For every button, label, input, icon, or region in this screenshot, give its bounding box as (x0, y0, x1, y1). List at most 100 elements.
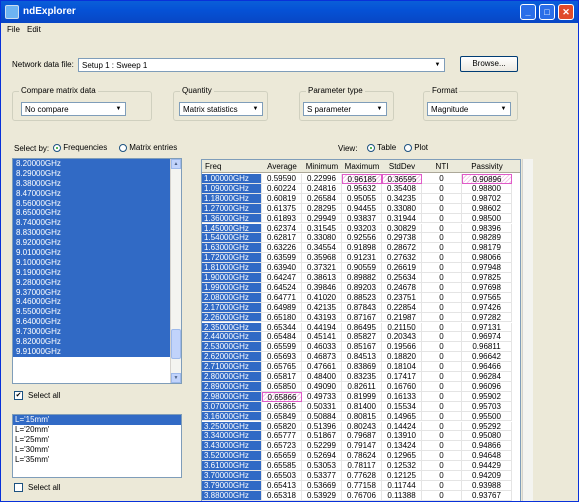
table-row[interactable]: 3.25000GHz 0.65820 0.51396 0.80243 0.14424 0 0… (202, 421, 520, 432)
column-header[interactable]: Minimum (302, 162, 342, 171)
table-row[interactable]: 1.00000GHz 0.59590 0.22996 0.96185 0.36595 0 0… (202, 174, 520, 184)
table-row[interactable]: 2.89000GHz 0.65850 0.49090 0.82611 0.16760 0 0… (202, 381, 520, 392)
table-row[interactable]: 2.44000GHz 0.65484 0.45141 0.85827 0.20343 0 0… (202, 332, 520, 343)
frequency-list[interactable]: 8.20000GHz 8.29000GHz 8.38000GHz 8.47000GHz… (12, 158, 182, 384)
frequency-list-item[interactable]: 9.46000GHz (13, 297, 181, 308)
length-list-item[interactable]: L='30mm' (13, 445, 181, 455)
table-row[interactable]: 2.53000GHz 0.65599 0.46033 0.85167 0.19566 0 0… (202, 342, 520, 353)
frequency-list-item[interactable]: 9.10000GHz (13, 257, 181, 268)
param-label: Parameter type (306, 86, 365, 95)
table-cell: 0.96284 (462, 372, 512, 382)
table-cell: 2.26000GHz (202, 312, 262, 323)
frequency-list-item[interactable]: 9.91000GHz (13, 346, 181, 357)
scroll-down-icon[interactable]: ▼ (171, 373, 181, 383)
frequency-list-item[interactable]: 8.38000GHz (13, 178, 181, 189)
column-header[interactable]: Passivity (462, 162, 512, 171)
table-cell: 0.96811 (462, 342, 512, 353)
table-row[interactable]: 1.36000GHz 0.61893 0.29949 0.93837 0.31944 0 0… (202, 213, 520, 224)
table-row[interactable]: 2.71000GHz 0.65765 0.47661 0.83869 0.18104 0 0… (202, 362, 520, 372)
frequency-list-item[interactable]: 8.83000GHz (13, 228, 181, 239)
table-row[interactable]: 1.90000GHz 0.64247 0.38613 0.89882 0.25634 0 0… (202, 273, 520, 283)
frequency-list-item[interactable]: 8.65000GHz (13, 208, 181, 219)
table-row[interactable]: 2.08000GHz 0.64771 0.41020 0.88523 0.23751 0 0… (202, 292, 520, 303)
radio-table[interactable]: Table (367, 143, 396, 152)
frequency-list-item[interactable]: 8.29000GHz (13, 168, 181, 179)
table-row[interactable]: 1.99000GHz 0.64524 0.39846 0.89203 0.24678 0 0… (202, 282, 520, 293)
table-row[interactable]: 1.54000GHz 0.62817 0.33080 0.92556 0.29738 0 0… (202, 233, 520, 244)
frequency-list-item[interactable]: 9.73000GHz (13, 327, 181, 338)
network-file-select[interactable]: Setup 1 : Sweep 1 ▼ (78, 58, 445, 72)
length-list-item[interactable]: L='25mm' (13, 435, 181, 445)
table-row[interactable]: 2.62000GHz 0.65693 0.46873 0.84513 0.18820 0 0… (202, 352, 520, 363)
frequency-list-item[interactable]: 8.92000GHz (13, 238, 181, 249)
frequency-list-item[interactable]: 9.01000GHz (13, 248, 181, 258)
table-cell: 0.61893 (262, 213, 302, 224)
frequency-list-item[interactable]: 9.19000GHz (13, 267, 181, 278)
table-row[interactable]: 3.34000GHz 0.65777 0.51867 0.79687 0.13910 0 0… (202, 431, 520, 442)
table-row[interactable]: 2.17000GHz 0.64989 0.42135 0.87843 0.22854 0 0… (202, 302, 520, 313)
table-row[interactable]: 3.79000GHz 0.65413 0.53669 0.77158 0.11744 0 0… (202, 480, 520, 491)
select-all-checkbox[interactable]: ✔ (14, 391, 23, 400)
radio-plot[interactable]: Plot (404, 143, 428, 152)
radio-frequencies[interactable]: Frequencies (53, 143, 107, 152)
maximize-button[interactable]: □ (539, 4, 555, 20)
table-row[interactable]: 2.98000GHz 0.65866 0.49733 0.81999 0.16133 0 0… (202, 391, 520, 402)
menu-edit[interactable]: Edit (27, 25, 41, 34)
column-header[interactable]: StdDev (382, 162, 422, 171)
table-row[interactable]: 3.52000GHz 0.65659 0.52694 0.78624 0.12965 0 0… (202, 451, 520, 462)
length-list[interactable]: L='15mm' L='20mm' L='25mm' L='30mm' L='35mm' (12, 414, 182, 478)
frequency-list-item[interactable]: 9.64000GHz (13, 317, 181, 328)
column-header[interactable]: NTI (422, 162, 462, 171)
scroll-thumb[interactable] (171, 329, 181, 359)
table-row[interactable]: 1.45000GHz 0.62374 0.31545 0.93203 0.30829 0 0… (202, 223, 520, 234)
table-row[interactable]: 1.81000GHz 0.63940 0.37321 0.90559 0.26619 0 0… (202, 263, 520, 273)
app-icon (5, 5, 19, 19)
menu-file[interactable]: File (7, 25, 20, 34)
length-list-item[interactable]: L='15mm' (13, 415, 181, 425)
select-all-checkbox-2[interactable] (14, 483, 23, 492)
table-row[interactable]: 3.16000GHz 0.65849 0.50884 0.80815 0.14965 0 0… (202, 411, 520, 422)
table-cell: 0.28295 (302, 203, 342, 214)
frequency-list-item[interactable]: 9.55000GHz (13, 307, 181, 318)
browse-button[interactable]: Browse... (460, 56, 518, 72)
table-row[interactable]: 1.63000GHz 0.63226 0.34554 0.91898 0.28672 0 0… (202, 243, 520, 254)
format-select[interactable]: Magnitude ▼ (427, 102, 511, 116)
table-row[interactable]: 2.35000GHz 0.65344 0.44194 0.86495 0.21150 0 0… (202, 322, 520, 333)
quantity-select[interactable]: Matrix statistics ▼ (179, 102, 263, 116)
table-cell: 3.43000GHz (202, 441, 262, 452)
table-row[interactable]: 3.07000GHz 0.65865 0.50331 0.81400 0.15534 0 0… (202, 401, 520, 412)
compare-select[interactable]: No compare ▼ (21, 102, 126, 116)
minimize-button[interactable]: _ (520, 4, 536, 20)
column-header[interactable]: Freq (202, 162, 262, 171)
table-row[interactable]: 2.26000GHz 0.65180 0.43193 0.87167 0.21987 0 0… (202, 312, 520, 323)
table-cell: 0.65484 (262, 332, 302, 343)
table-scrollbar[interactable] (522, 159, 533, 501)
table-row[interactable]: 3.43000GHz 0.65723 0.52299 0.79147 0.13424 0 0… (202, 441, 520, 452)
table-cell: 1.27000GHz (202, 203, 262, 214)
table-row[interactable]: 3.88000GHz 0.65318 0.53929 0.76706 0.11388 0 0… (202, 490, 520, 501)
data-table: Freq Average Minimum Maximum StdDev NTI Passiv… (201, 159, 521, 501)
column-header[interactable]: Maximum (342, 162, 382, 171)
scroll-up-icon[interactable]: ▲ (171, 159, 181, 169)
table-row[interactable]: 1.27000GHz 0.61375 0.28295 0.94455 0.33080 0 0… (202, 203, 520, 214)
table-row[interactable]: 3.61000GHz 0.65585 0.53053 0.78117 0.12532 0 0… (202, 461, 520, 471)
close-button[interactable]: ✕ (558, 4, 574, 20)
table-row[interactable]: 1.18000GHz 0.60819 0.26584 0.95055 0.34235 0 0… (202, 193, 520, 204)
table-row[interactable]: 2.80000GHz 0.65817 0.48400 0.83235 0.17417 0 0… (202, 372, 520, 382)
param-select[interactable]: S parameter ▼ (303, 102, 387, 116)
frequency-list-item[interactable]: 9.28000GHz (13, 277, 181, 288)
frequency-list-item[interactable]: 9.82000GHz (13, 337, 181, 347)
frequency-list-item[interactable]: 8.47000GHz (13, 188, 181, 199)
frequency-list-item[interactable]: 8.74000GHz (13, 218, 181, 229)
frequency-list-item[interactable]: 8.20000GHz (13, 159, 181, 169)
length-list-item[interactable]: L='20mm' (13, 425, 181, 435)
frequency-list-item[interactable]: 9.37000GHz (13, 287, 181, 298)
column-header[interactable]: Average (262, 162, 302, 171)
table-row[interactable]: 1.09000GHz 0.60224 0.24816 0.95632 0.35408 0 0… (202, 183, 520, 194)
table-row[interactable]: 3.70000GHz 0.65503 0.53377 0.77628 0.12125 0 0… (202, 471, 520, 481)
frequency-list-item[interactable]: 8.56000GHz (13, 198, 181, 209)
frequency-scrollbar[interactable]: ▲ ▼ (170, 159, 181, 383)
radio-matrix-entries[interactable]: Matrix entries (119, 143, 177, 152)
length-list-item[interactable]: L='35mm' (13, 455, 181, 465)
table-row[interactable]: 1.72000GHz 0.63599 0.35968 0.91231 0.27632 0 0… (202, 253, 520, 264)
